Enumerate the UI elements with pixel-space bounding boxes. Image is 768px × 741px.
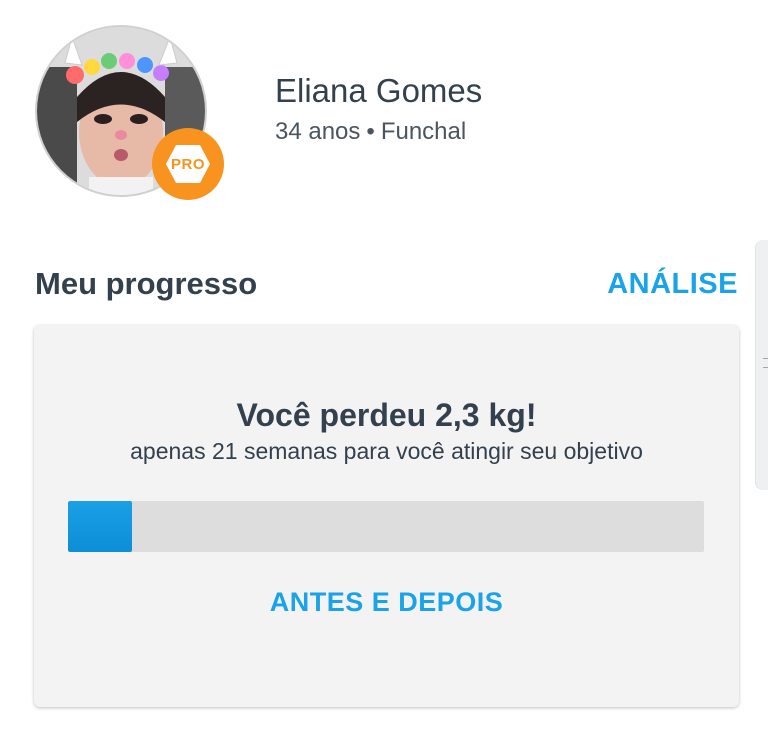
side-drawer-handle[interactable]: [755, 240, 768, 490]
drag-handle-icon: [763, 358, 768, 368]
weight-loss-headline: Você perdeu 2,3 kg!: [236, 397, 537, 433]
progress-card: Você perdeu 2,3 kg! apenas 21 semanas pa…: [34, 325, 739, 707]
progress-bar: [68, 501, 704, 552]
pro-hexagon-icon: PRO: [165, 144, 211, 184]
profile-name: Eliana Gomes: [275, 72, 483, 109]
pro-badge-label: PRO: [170, 155, 205, 173]
pro-badge: PRO: [152, 128, 224, 200]
profile-meta: 34 anos • Funchal: [275, 118, 466, 146]
goal-subtitle: apenas 21 semanas para você atingir seu …: [130, 438, 643, 464]
profile-separator: •: [366, 118, 375, 145]
before-after-link[interactable]: ANTES E DEPOIS: [34, 587, 739, 618]
profile-page: PRO Eliana Gomes 34 anos • Funchal Meu pro…: [0, 0, 768, 741]
analysis-link[interactable]: ANÁLISE: [607, 268, 738, 301]
profile-city: Funchal: [380, 118, 467, 145]
section-title: Meu progresso: [35, 266, 258, 301]
progress-bar-fill: [68, 501, 132, 552]
profile-age: 34 anos: [275, 118, 361, 145]
